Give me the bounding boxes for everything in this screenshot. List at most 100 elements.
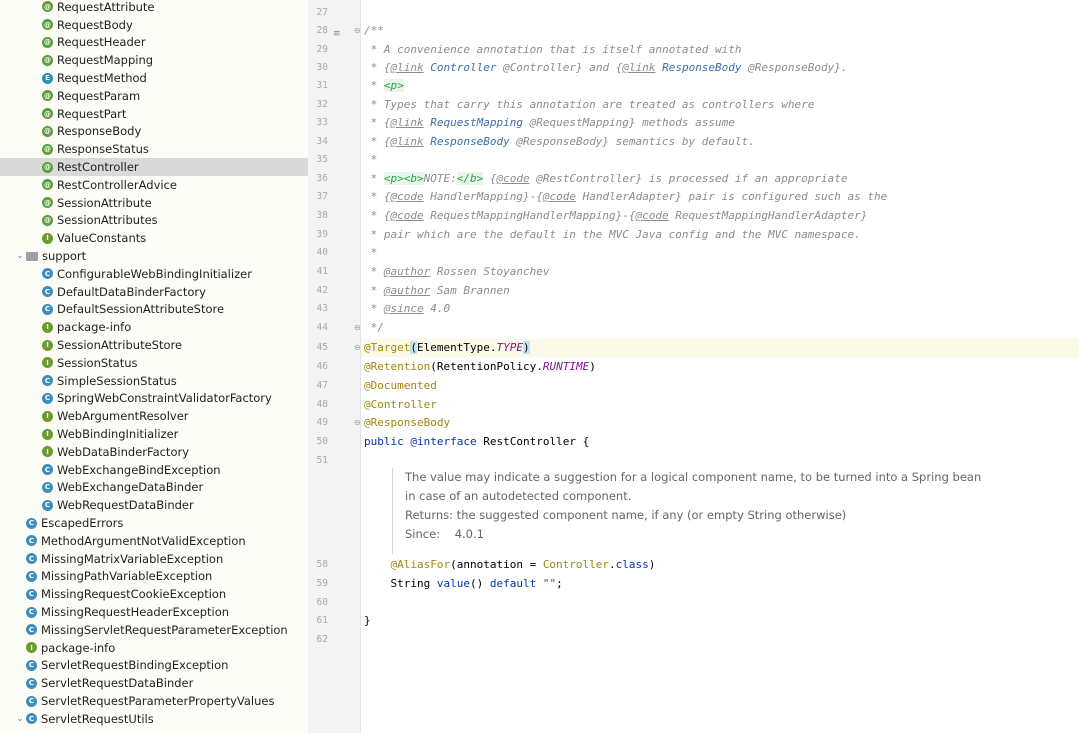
tree-item[interactable]: CDefaultSessionAttributeStore xyxy=(0,301,308,319)
tree-item[interactable]: @SessionAttribute xyxy=(0,194,308,212)
tree-item-label: RequestParam xyxy=(57,89,140,103)
tree-item[interactable]: ISessionAttributeStore xyxy=(0,336,308,354)
tree-item-label: ResponseBody xyxy=(57,124,141,138)
code-line-46[interactable]: @Retention(RetentionPolicy.RUNTIME) xyxy=(364,358,596,376)
tree-item[interactable]: CServletRequestParameterPropertyValues xyxy=(0,692,308,710)
code-line-37[interactable]: * {@code HandlerMapping}-{@code HandlerA… xyxy=(364,188,887,206)
line-number: 30 xyxy=(308,59,328,77)
tree-item-label: package-info xyxy=(57,320,131,334)
bookmark-icon[interactable]: ≡ xyxy=(333,29,341,39)
code-line-30[interactable]: * {@link Controller @Controller} and {@l… xyxy=(364,59,848,77)
tree-item[interactable]: @RequestHeader xyxy=(0,34,308,52)
code-line-35[interactable]: * xyxy=(364,151,377,169)
line-number: 48 xyxy=(308,396,328,414)
project-tree[interactable]: @RequestAttribute @ RequestBody @RequestHea… xyxy=(0,0,309,733)
code-line-42[interactable]: * @author Sam Brannen xyxy=(364,282,510,300)
code-line-47[interactable]: @Documented xyxy=(364,377,437,395)
code-line-58[interactable]: @AliasFor(annotation = Controller.class) xyxy=(364,556,655,574)
tree-item[interactable]: @ResponseStatus xyxy=(0,140,308,158)
tree-item[interactable]: @SessionAttributes xyxy=(0,212,308,230)
tree-item-label: MissingPathVariableException xyxy=(41,569,212,583)
tree-item[interactable]: ⌄support xyxy=(0,247,308,265)
code-line-28[interactable]: /** xyxy=(364,22,384,40)
tree-item[interactable]: CWebExchangeDataBinder xyxy=(0,479,308,497)
code-line-45[interactable]: @Target(ElementType.TYPE) xyxy=(361,339,1079,357)
code-editor[interactable]: /** * A convenience annotation that is i… xyxy=(361,0,1079,733)
code-line-29[interactable]: * A convenience annotation that is itsel… xyxy=(364,41,742,59)
tree-item[interactable]: IWebDataBinderFactory xyxy=(0,443,308,461)
class-icon: C xyxy=(42,304,53,315)
tree-item-label: WebDataBinderFactory xyxy=(57,445,189,459)
class-icon: C xyxy=(26,678,37,689)
annotation-icon: @ xyxy=(42,19,53,30)
tree-item[interactable]: CDefaultDataBinderFactory xyxy=(0,283,308,301)
tree-item[interactable]: CServletRequestDataBinder xyxy=(0,674,308,692)
code-line-31[interactable]: * <p> xyxy=(364,77,404,95)
tree-item[interactable]: CMissingPathVariableException xyxy=(0,568,308,586)
code-line-50[interactable]: public @interface RestController { xyxy=(364,433,589,451)
code-line-39[interactable]: * pair which are the default in the MVC … xyxy=(364,226,861,244)
tree-item-label: RequestBody xyxy=(57,18,133,32)
line-number: 27 xyxy=(308,4,328,22)
chevron-down-icon[interactable]: ⌄ xyxy=(14,714,26,724)
line-number: 38 xyxy=(308,207,328,225)
tree-item[interactable]: CWebExchangeBindException xyxy=(0,461,308,479)
tree-item[interactable]: CServletRequestBindingException xyxy=(0,657,308,675)
class-icon: C xyxy=(42,286,53,297)
tree-item[interactable]: CMissingRequestCookieException xyxy=(0,585,308,603)
annotation-icon: @ xyxy=(42,179,53,190)
code-line-44[interactable]: */ xyxy=(364,319,384,337)
tree-item[interactable]: CWebRequestDataBinder xyxy=(0,496,308,514)
annotation-icon: @ xyxy=(42,162,53,173)
interface-icon: I xyxy=(42,357,53,368)
tree-item[interactable]: CMethodArgumentNotValidException xyxy=(0,532,308,550)
interface-icon: I xyxy=(26,642,37,653)
chevron-down-icon[interactable]: ⌄ xyxy=(14,251,26,261)
tree-item-label: SessionAttribute xyxy=(57,196,152,210)
tree-item-label: ResponseStatus xyxy=(57,142,149,156)
tree-item[interactable]: @RequestPart xyxy=(0,105,308,123)
tree-item[interactable]: @RestController xyxy=(0,158,308,176)
tree-item[interactable]: @RequestMapping xyxy=(0,51,308,69)
line-number: 32 xyxy=(308,96,328,114)
tree-item[interactable]: @RestControllerAdvice xyxy=(0,176,308,194)
tree-item[interactable]: CMissingMatrixVariableException xyxy=(0,550,308,568)
code-line-36[interactable]: * <p><b>NOTE:</b> {@code @RestController… xyxy=(364,170,848,188)
tree-item[interactable]: ⌄C ServletRequestUtils xyxy=(0,710,308,728)
code-line-48[interactable]: @Controller xyxy=(364,396,437,414)
tree-item-label: ServletRequestUtils xyxy=(41,712,154,726)
tree-item[interactable]: IWebArgumentResolver xyxy=(0,407,308,425)
tree-item[interactable]: @RequestAttribute xyxy=(0,0,308,16)
tree-item[interactable]: CConfigurableWebBindingInitializer xyxy=(0,265,308,283)
tree-item[interactable]: IWebBindingInitializer xyxy=(0,425,308,443)
line-number: 59 xyxy=(308,575,328,593)
tree-item[interactable]: @ RequestBody xyxy=(0,16,308,34)
tree-item[interactable]: CMissingServletRequestParameterException xyxy=(0,621,308,639)
code-line-34[interactable]: * {@link ResponseBody @ResponseBody} sem… xyxy=(364,133,755,151)
code-line-49[interactable]: @ResponseBody xyxy=(364,414,450,432)
tree-item[interactable]: IValueConstants xyxy=(0,229,308,247)
tree-item[interactable]: Ipackage-info xyxy=(0,639,308,657)
interface-icon: I xyxy=(42,411,53,422)
editor-gutter: ≡ 27282930313233343536373839404142434445… xyxy=(308,0,361,733)
tree-item[interactable]: CEscapedErrors xyxy=(0,514,308,532)
code-line-41[interactable]: * @author Rossen Stoyanchev xyxy=(364,263,549,281)
code-line-59[interactable]: String value() default ""; xyxy=(364,575,563,593)
tree-item-label: RequestMapping xyxy=(57,53,153,67)
tree-item[interactable]: CSimpleSessionStatus xyxy=(0,372,308,390)
code-line-61[interactable]: } xyxy=(364,612,371,630)
tree-item[interactable]: @RequestParam xyxy=(0,87,308,105)
tree-item[interactable]: ERequestMethod xyxy=(0,69,308,87)
tree-item[interactable]: CMissingRequestHeaderException xyxy=(0,603,308,621)
code-line-32[interactable]: * Types that carry this annotation are t… xyxy=(364,96,814,114)
tree-item[interactable]: @ResponseBody xyxy=(0,123,308,141)
tree-item[interactable]: Ipackage-info xyxy=(0,318,308,336)
code-line-40[interactable]: * xyxy=(364,244,377,262)
code-line-33[interactable]: * {@link RequestMapping @RequestMapping}… xyxy=(364,114,735,132)
tree-item[interactable]: ISessionStatus xyxy=(0,354,308,372)
class-icon: C xyxy=(26,713,37,724)
code-line-43[interactable]: * @since 4.0 xyxy=(364,300,450,318)
tree-item-label: SessionAttributes xyxy=(57,213,158,227)
tree-item[interactable]: CSpringWebConstraintValidatorFactory xyxy=(0,390,308,408)
code-line-38[interactable]: * {@code RequestMappingHandlerMapping}-{… xyxy=(364,207,867,225)
